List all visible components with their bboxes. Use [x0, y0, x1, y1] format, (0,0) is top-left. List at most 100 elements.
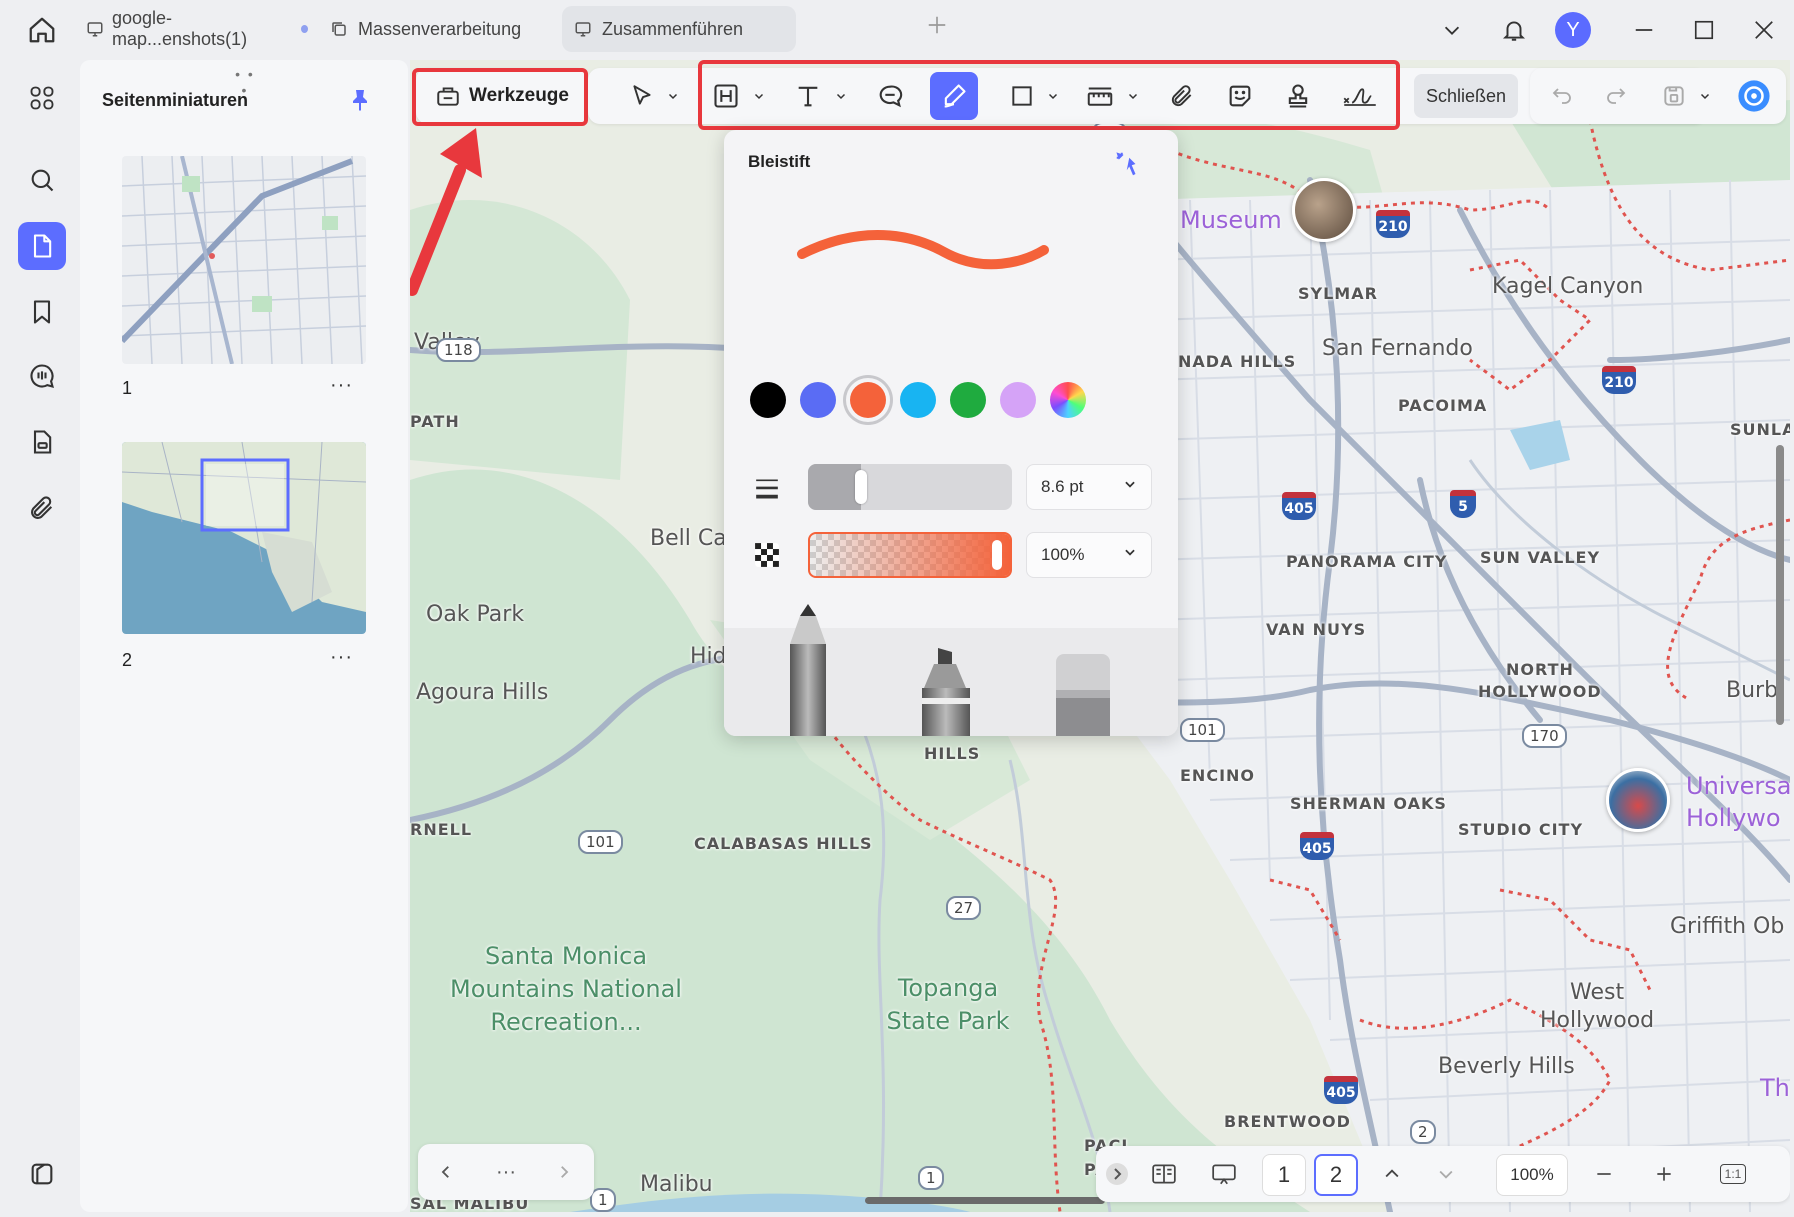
magic-pin-icon: [1116, 152, 1136, 176]
color-swatch-orange[interactable]: [850, 382, 886, 418]
ruler-icon: [1087, 87, 1113, 106]
rail-document-button[interactable]: [18, 418, 66, 466]
maximize-button[interactable]: [1682, 8, 1726, 52]
rail-attachments-button[interactable]: [18, 484, 66, 532]
opacity-dropdown[interactable]: 100%: [1026, 532, 1152, 578]
minimize-button[interactable]: [1622, 8, 1666, 52]
stroke-preview: [797, 230, 1049, 270]
thickness-dropdown[interactable]: 8.6 pt: [1026, 464, 1152, 510]
thumbnail-more-button[interactable]: ···: [330, 646, 353, 669]
redo-button[interactable]: [1596, 72, 1636, 120]
horizontal-scrollbar[interactable]: [865, 1197, 1105, 1204]
minus-icon: [1597, 1173, 1611, 1175]
rail-apps-button[interactable]: [18, 74, 66, 122]
pin-panel-button[interactable]: [1108, 144, 1148, 184]
more-button[interactable]: ···: [488, 1152, 524, 1192]
sticker-tool-button[interactable]: [1220, 72, 1260, 120]
text-icon: [798, 86, 818, 107]
panel-title: Bleistift: [748, 152, 811, 171]
actual-size-button[interactable]: 1:1: [1710, 1154, 1756, 1194]
chevron-down-icon: [1444, 26, 1460, 35]
chevron-down-icon: [754, 93, 764, 100]
text-tool-dropdown[interactable]: [834, 84, 848, 108]
thickness-knob[interactable]: [854, 470, 867, 504]
ai-assistant-button[interactable]: [1732, 72, 1776, 120]
save-dropdown[interactable]: [1698, 84, 1712, 108]
select-tool-dropdown[interactable]: [666, 84, 680, 108]
measure-tool-dropdown[interactable]: [1126, 84, 1140, 108]
shape-tool-button[interactable]: [1002, 72, 1042, 120]
eraser-option[interactable]: [1054, 654, 1112, 736]
comment-tool-button[interactable]: [870, 72, 910, 120]
color-swatch-green[interactable]: [950, 382, 986, 418]
thumbnail-more-button[interactable]: ···: [330, 374, 353, 397]
zoom-out-button[interactable]: [1584, 1154, 1624, 1194]
presentation-button[interactable]: [1202, 1154, 1246, 1194]
interstate-shield: 5: [1450, 490, 1476, 518]
new-tab-button[interactable]: [926, 14, 962, 36]
tab-google-map[interactable]: google-map...enshots(1): [74, 6, 308, 52]
text-tool-button[interactable]: [788, 72, 828, 120]
notifications-button[interactable]: [1492, 8, 1536, 52]
marker-pen-option[interactable]: [918, 648, 974, 736]
rail-thumbnails-button[interactable]: [18, 222, 66, 270]
zoom-level-field[interactable]: 100%: [1496, 1154, 1568, 1196]
page-1-button[interactable]: 1: [1262, 1154, 1306, 1196]
color-swatch-blue[interactable]: [800, 382, 836, 418]
select-tool-button[interactable]: [622, 72, 662, 120]
previous-button[interactable]: [428, 1152, 464, 1192]
tab-massenverarbeitung[interactable]: Massenverarbeitung: [318, 6, 552, 52]
save-button[interactable]: [1654, 72, 1694, 120]
opacity-slider[interactable]: [808, 532, 1012, 578]
page-thumbnail-1[interactable]: [122, 156, 366, 364]
rail-bookmarks-button[interactable]: [18, 288, 66, 336]
rectangle-icon: [1012, 86, 1032, 106]
color-swatch-lilac[interactable]: [1000, 382, 1036, 418]
thickness-slider[interactable]: [808, 464, 1012, 510]
expand-controls-button[interactable]: [1100, 1154, 1134, 1194]
color-swatch-black[interactable]: [750, 382, 786, 418]
scroll-up-button[interactable]: [1372, 1154, 1412, 1194]
place-photo-marker[interactable]: [1606, 768, 1670, 832]
rail-search-button[interactable]: [18, 156, 66, 204]
signature-tool-button[interactable]: [1336, 72, 1384, 120]
close-tools-button[interactable]: Schließen: [1414, 74, 1518, 118]
route-shield: 1: [918, 1166, 944, 1190]
highlight-tool-button[interactable]: [706, 72, 746, 120]
interstate-shield: 405: [1300, 832, 1334, 860]
tabs-dropdown-button[interactable]: [1430, 8, 1474, 52]
opacity-gradient: [810, 534, 1010, 576]
pin-panel-button[interactable]: [342, 82, 378, 118]
scroll-down-button[interactable]: [1426, 1154, 1466, 1194]
attachment-tool-button[interactable]: [1162, 72, 1202, 120]
shape-tool-dropdown[interactable]: [1046, 84, 1060, 108]
book-layout-icon: [1152, 1164, 1176, 1184]
highlight-tool-dropdown[interactable]: [752, 84, 766, 108]
minimize-icon: [1635, 29, 1653, 31]
chevron-right-circle-icon: [1106, 1163, 1128, 1185]
place-photo-marker[interactable]: [1292, 178, 1356, 242]
color-swatch-cyan[interactable]: [900, 382, 936, 418]
close-window-button[interactable]: [1742, 8, 1786, 52]
pencil-pen-option[interactable]: [786, 604, 830, 736]
vertical-scrollbar[interactable]: [1776, 445, 1784, 725]
color-swatch-custom[interactable]: [1050, 382, 1086, 418]
rail-theme-button[interactable]: [18, 1150, 66, 1198]
tools-button[interactable]: Werkzeuge: [424, 72, 580, 120]
pencil-tool-button[interactable]: [930, 72, 978, 120]
rail-comments-button[interactable]: [18, 352, 66, 400]
tab-zusammenfuehren[interactable]: Zusammenführen: [562, 6, 796, 52]
undo-button[interactable]: [1542, 72, 1582, 120]
next-button[interactable]: [546, 1152, 582, 1192]
plus-icon: [1657, 1167, 1671, 1181]
chevron-down-icon: [1700, 93, 1710, 100]
user-avatar[interactable]: Y: [1555, 12, 1591, 48]
page-thumbnail-2[interactable]: [122, 442, 366, 634]
stamp-tool-button[interactable]: [1278, 72, 1318, 120]
zoom-in-button[interactable]: [1644, 1154, 1684, 1194]
page-2-button[interactable]: 2: [1314, 1154, 1358, 1196]
opacity-knob[interactable]: [992, 540, 1002, 570]
page-layout-button[interactable]: [1142, 1154, 1186, 1194]
home-button[interactable]: [20, 10, 64, 50]
measure-tool-button[interactable]: [1080, 72, 1120, 120]
